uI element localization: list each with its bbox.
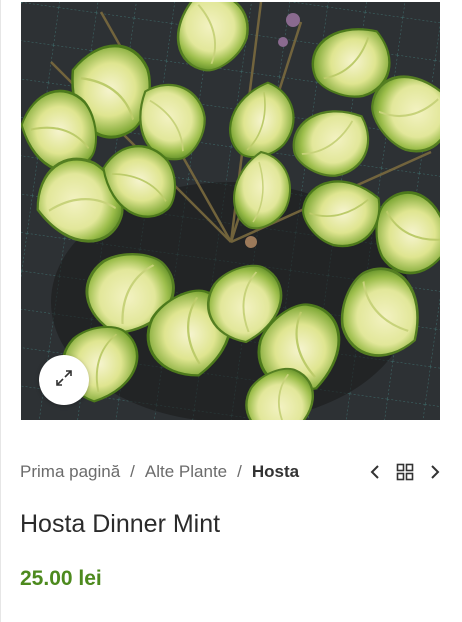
zoom-image-button[interactable] bbox=[39, 355, 89, 405]
product-price: 25.00 lei bbox=[20, 567, 102, 590]
grid-icon[interactable] bbox=[396, 463, 414, 481]
expand-icon bbox=[55, 369, 73, 392]
breadcrumb-category-link[interactable]: Alte Plante bbox=[145, 462, 227, 482]
product-title: Hosta Dinner Mint bbox=[20, 510, 221, 538]
product-image[interactable] bbox=[21, 2, 440, 420]
hosta-plant-illustration bbox=[21, 2, 440, 420]
chevron-left-icon[interactable] bbox=[369, 464, 381, 480]
breadcrumb: Prima pagină / Alte Plante / Hosta bbox=[20, 462, 299, 482]
breadcrumb-separator: / bbox=[237, 462, 242, 481]
breadcrumb-separator: / bbox=[130, 462, 135, 481]
breadcrumb-current: Hosta bbox=[251, 462, 300, 481]
product-navigation bbox=[369, 460, 441, 484]
chevron-right-icon[interactable] bbox=[429, 464, 441, 480]
page-edge bbox=[0, 0, 1, 622]
breadcrumb-home-link[interactable]: Prima pagină bbox=[20, 462, 120, 482]
